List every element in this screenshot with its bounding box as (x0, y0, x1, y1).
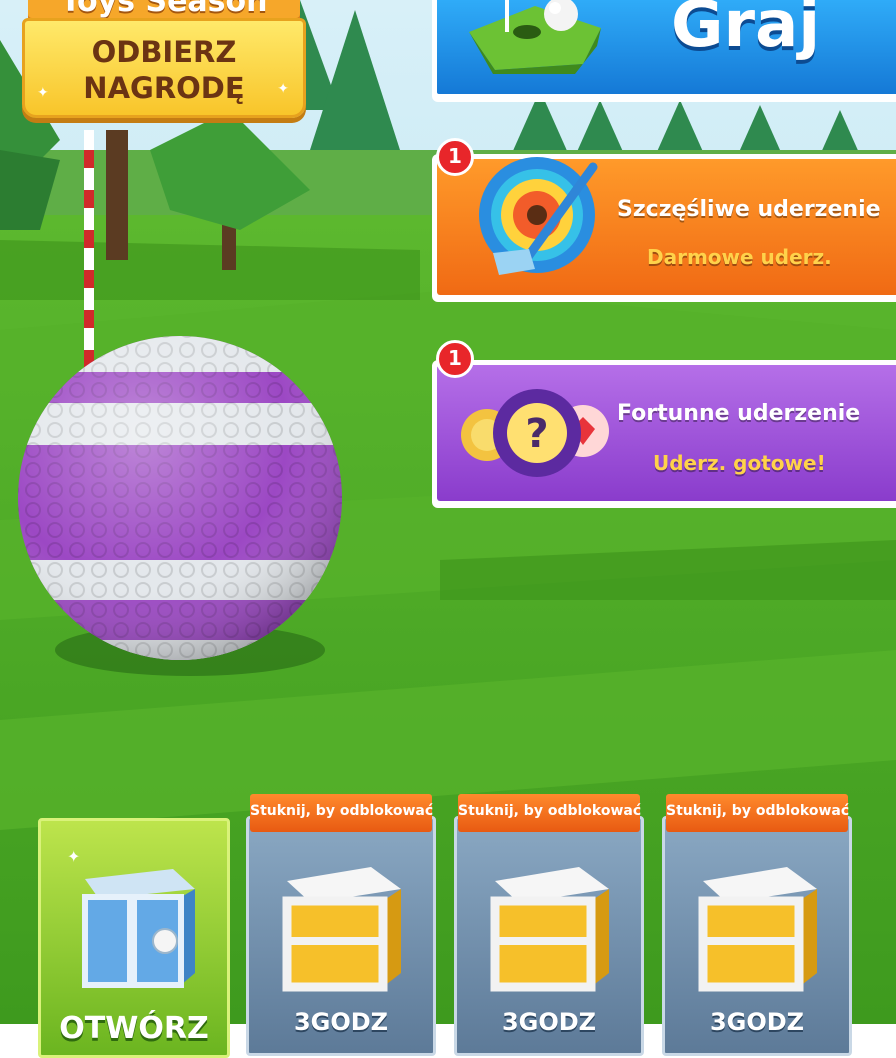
claim-line-1: ODBIERZ (91, 35, 237, 69)
notification-badge: 1 (436, 138, 474, 176)
play-button[interactable]: Graj (432, 0, 896, 102)
fortune-shot-title: Fortunne uderzenie (617, 401, 861, 426)
lucky-shot-subtitle: Darmowe uderz. (647, 245, 832, 269)
unlock-hint: Stuknij, by odblokować (250, 803, 434, 819)
claim-line-2: NAGRODĘ (83, 71, 245, 105)
unlock-time: 3GODZ (501, 1008, 597, 1036)
fortune-shot-card[interactable]: ? Fortunne uderzenie Uderz. gotowe! 1 (432, 340, 896, 508)
gold-chest-icon (282, 867, 401, 992)
lucky-shot-card[interactable]: Szczęśliwe uderzenie Darmowe uderz. 1 (432, 138, 896, 302)
season-reward-banner[interactable]: Toys Season ODBIERZ NAGRODĘ ✦ ✦ (22, 0, 306, 138)
play-button-label: Graj (671, 0, 821, 62)
unlock-hint: Stuknij, by odblokować (458, 803, 642, 819)
open-chest-label: OTWÓRZ (59, 1011, 209, 1046)
fortune-shot-card-face: ? Fortunne uderzenie Uderz. gotowe! (437, 365, 896, 501)
chest-slot-locked[interactable]: Stuknij, by odblokować 3GODZ (662, 792, 852, 1056)
unlock-ribbon: Stuknij, by odblokować (250, 794, 434, 832)
mystery-ball-icon: ? (461, 389, 609, 477)
chest-slot-locked[interactable]: Stuknij, by odblokować 3GODZ (246, 792, 436, 1056)
season-title: Toys Season (60, 0, 268, 19)
gold-chest-icon (490, 867, 609, 992)
svg-text:?: ? (525, 411, 548, 457)
gold-chest-icon (698, 867, 817, 992)
chest-slot-locked[interactable]: Stuknij, by odblokować 3GODZ (454, 792, 644, 1056)
silver-chest-icon (82, 869, 195, 988)
unlock-hint: Stuknij, by odblokować (666, 803, 850, 819)
unlock-time: 3GODZ (293, 1008, 389, 1036)
notification-badge: 1 (436, 340, 474, 378)
sparkle-icon: ✦ (37, 85, 49, 101)
golf-hole-icon (469, 0, 601, 74)
unlock-ribbon: Stuknij, by odblokować (458, 794, 642, 832)
lucky-shot-title: Szczęśliwe uderzenie (617, 197, 881, 222)
chest-slot-open[interactable]: ✦ OTWÓRZ (38, 818, 230, 1058)
sparkle-icon: ✦ (277, 81, 289, 97)
lucky-shot-card-face: Szczęśliwe uderzenie Darmowe uderz. (437, 157, 896, 295)
play-button-face: Graj (437, 0, 896, 94)
fortune-shot-subtitle: Uderz. gotowe! (653, 451, 826, 475)
target-club-icon (479, 157, 598, 275)
unlock-time: 3GODZ (709, 1008, 805, 1036)
claim-reward-button[interactable]: ODBIERZ NAGRODĘ ✦ ✦ (22, 18, 306, 118)
unlock-ribbon: Stuknij, by odblokować (666, 794, 850, 832)
